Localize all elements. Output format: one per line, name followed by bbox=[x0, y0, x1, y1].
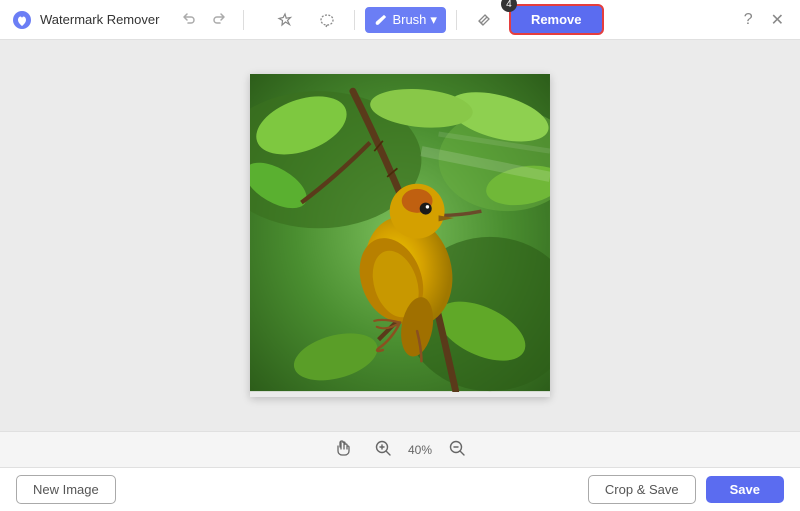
remove-button[interactable]: Remove bbox=[509, 4, 604, 35]
toolbar: Brush ▾ 4 Remove bbox=[256, 4, 615, 35]
image-container bbox=[250, 74, 550, 396]
help-button[interactable]: ? bbox=[740, 9, 757, 31]
save-button[interactable]: Save bbox=[706, 476, 784, 503]
divider3 bbox=[456, 10, 457, 30]
hand-tool-button[interactable] bbox=[328, 437, 358, 462]
divider1 bbox=[243, 10, 244, 30]
footer: New Image Crop & Save Save bbox=[0, 467, 800, 511]
window-controls: ? ✕ bbox=[740, 8, 788, 32]
title-bar: Watermark Remover Brush bbox=[0, 0, 800, 40]
main-image bbox=[250, 74, 550, 391]
crop-save-button[interactable]: Crop & Save bbox=[588, 475, 696, 504]
zoom-bar: 40% bbox=[0, 431, 800, 467]
brush-label: Brush bbox=[392, 12, 426, 27]
undo-button[interactable] bbox=[177, 8, 201, 31]
eraser-tool-button[interactable] bbox=[467, 7, 501, 33]
footer-left: New Image bbox=[16, 475, 116, 504]
zoom-in-button[interactable] bbox=[368, 437, 398, 462]
canvas-area bbox=[0, 40, 800, 431]
magic-tool-button[interactable] bbox=[268, 7, 302, 33]
zoom-out-button[interactable] bbox=[442, 437, 472, 462]
title-left: Watermark Remover Brush bbox=[12, 4, 616, 35]
remove-button-wrapper: 4 Remove bbox=[509, 4, 604, 35]
app-title: Watermark Remover bbox=[40, 12, 159, 27]
zoom-level: 40% bbox=[408, 443, 432, 457]
brush-chevron-icon: ▾ bbox=[430, 12, 437, 28]
footer-right: Crop & Save Save bbox=[588, 475, 784, 504]
new-image-button[interactable]: New Image bbox=[16, 475, 116, 504]
app-logo-icon bbox=[12, 10, 32, 30]
redo-button[interactable] bbox=[207, 8, 231, 31]
divider2 bbox=[354, 10, 355, 30]
close-button[interactable]: ✕ bbox=[767, 8, 788, 32]
brush-tool-button[interactable]: Brush ▾ bbox=[365, 7, 446, 33]
nav-buttons bbox=[177, 8, 231, 31]
lasso-tool-button[interactable] bbox=[310, 7, 344, 33]
